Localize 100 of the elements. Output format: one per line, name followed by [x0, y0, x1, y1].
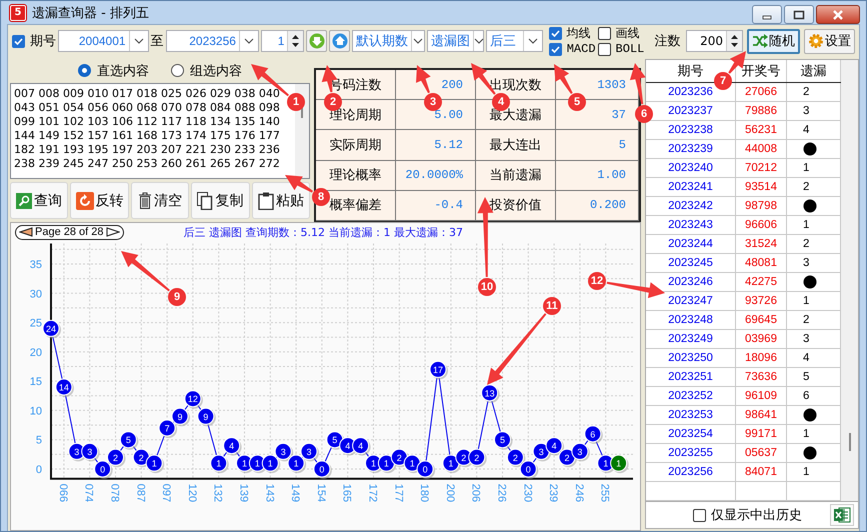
- y-tick-label: 20: [30, 346, 42, 359]
- x-tick-label: 206: [470, 484, 482, 502]
- miss-cell: 4: [803, 124, 810, 136]
- data-point: [584, 425, 603, 444]
- data-label: 3: [74, 446, 80, 457]
- filter-checkbox[interactable]: [693, 508, 706, 522]
- miss-cell: 2: [803, 181, 810, 193]
- number-cell: 79886: [736, 102, 787, 120]
- mode-label: 直选内容: [97, 62, 149, 80]
- x-tick-label: 154: [314, 484, 327, 502]
- to-period-combo[interactable]: 2023256: [166, 30, 259, 52]
- trash-button[interactable]: 清空: [130, 182, 190, 219]
- number-cell: 42275: [736, 273, 787, 291]
- issue-cell: 2023251: [646, 368, 736, 386]
- period-mode-combo[interactable]: 默认期数: [352, 30, 426, 52]
- overlay-checkbox[interactable]: [548, 42, 562, 56]
- data-label: 1: [152, 458, 157, 469]
- data-point: [223, 437, 242, 456]
- page-navigator[interactable]: Page 28 of 28: [15, 224, 124, 240]
- issue-cell: 2023256: [646, 463, 736, 481]
- data-point: [184, 390, 203, 409]
- period-checkbox[interactable]: [12, 34, 25, 48]
- count-spinner[interactable]: 200: [686, 30, 743, 52]
- data-label: 12: [188, 394, 198, 404]
- data-label: 1: [371, 458, 376, 469]
- data-label: 5: [126, 435, 131, 446]
- clipboard-icon: [258, 192, 274, 210]
- miss-cell: 1: [803, 219, 810, 231]
- number-cell: 84071: [736, 463, 787, 481]
- close-button[interactable]: [816, 5, 860, 24]
- callout-arrow: [630, 63, 646, 104]
- data-label: 2: [564, 452, 570, 463]
- overlay-checkbox[interactable]: [598, 42, 611, 56]
- data-point: [352, 437, 371, 456]
- number-cell: 31524: [736, 235, 787, 253]
- data-label: 5: [500, 435, 505, 446]
- copy-button[interactable]: 复制: [191, 182, 250, 219]
- position-combo[interactable]: 后三: [486, 30, 543, 52]
- x-tick-label: 239: [547, 484, 560, 502]
- caret-icon: [244, 38, 254, 44]
- app-icon: 5: [10, 4, 26, 20]
- miss-cell: 1: [803, 466, 810, 478]
- data-label: 2: [474, 452, 480, 463]
- x-tick-label: 255: [598, 484, 611, 502]
- data-point: [42, 320, 61, 338]
- number-cell: 27066: [736, 83, 787, 101]
- miss-cell: 1: [803, 295, 810, 307]
- data-label: 0: [526, 464, 531, 474]
- caret-icon: [413, 38, 424, 44]
- reverse-button[interactable]: 反转: [70, 182, 129, 219]
- minimize-button[interactable]: [752, 5, 782, 24]
- x-tick-label: 172: [366, 484, 378, 502]
- number-cell: 44008: [736, 140, 787, 158]
- x-tick-label: 149: [289, 484, 302, 502]
- data-label: 6: [590, 429, 596, 440]
- data-point: [274, 442, 294, 462]
- mode-radio[interactable]: [171, 64, 184, 78]
- number-cell: 56231: [736, 121, 787, 139]
- callout-arrow: [487, 313, 546, 385]
- x-tick-label: 066: [56, 484, 69, 502]
- step-spinner[interactable]: 1: [260, 30, 304, 52]
- stat-value: 5: [556, 130, 639, 161]
- search-button[interactable]: 查询: [10, 182, 68, 219]
- number-cell: 93726: [736, 292, 787, 310]
- stat-value: 0.200: [556, 190, 639, 221]
- y-tick-label: 15: [30, 376, 42, 388]
- data-label: 2: [113, 452, 118, 463]
- mode-radio[interactable]: [78, 64, 91, 78]
- data-label: 1: [242, 458, 247, 469]
- search-icon: [16, 192, 32, 208]
- overlay-checkbox[interactable]: [598, 26, 611, 40]
- maximize-button[interactable]: [784, 5, 814, 24]
- mode-label: 组选内容: [190, 62, 242, 80]
- overlay-checkbox[interactable]: [548, 26, 562, 40]
- from-period-combo[interactable]: 2004001: [58, 30, 149, 52]
- miss-cell: 3: [803, 257, 810, 269]
- data-label: 1: [448, 458, 454, 469]
- x-tick-label: 120: [186, 484, 198, 502]
- random-button[interactable]: 随机: [747, 28, 800, 54]
- x-tick-label: 078: [108, 484, 120, 502]
- data-point: [546, 437, 564, 456]
- previous-button[interactable]: [329, 30, 350, 52]
- stat-label: 当前遗漏: [476, 160, 556, 191]
- callout-arrow: [121, 251, 170, 292]
- to-label: 至: [150, 33, 164, 50]
- number-cell: 70212: [736, 159, 787, 177]
- trash-icon: [138, 192, 152, 209]
- export-excel-button[interactable]: [830, 504, 854, 526]
- caret-icon: [528, 38, 538, 44]
- data-label: 1: [216, 458, 222, 469]
- window-title: 遗漏查询器 - 排列五: [32, 4, 150, 22]
- number-cell: 18096: [736, 349, 787, 367]
- issue-cell: 2023245: [646, 254, 736, 272]
- data-label: 3: [87, 446, 92, 457]
- paste-button[interactable]: 粘贴: [252, 182, 310, 219]
- data-label: 2: [461, 452, 466, 463]
- data-point: [506, 448, 526, 468]
- settings-button[interactable]: 设置: [804, 28, 855, 54]
- data-label: 5: [332, 435, 338, 446]
- chart-type-combo[interactable]: 遗漏图: [427, 30, 484, 52]
